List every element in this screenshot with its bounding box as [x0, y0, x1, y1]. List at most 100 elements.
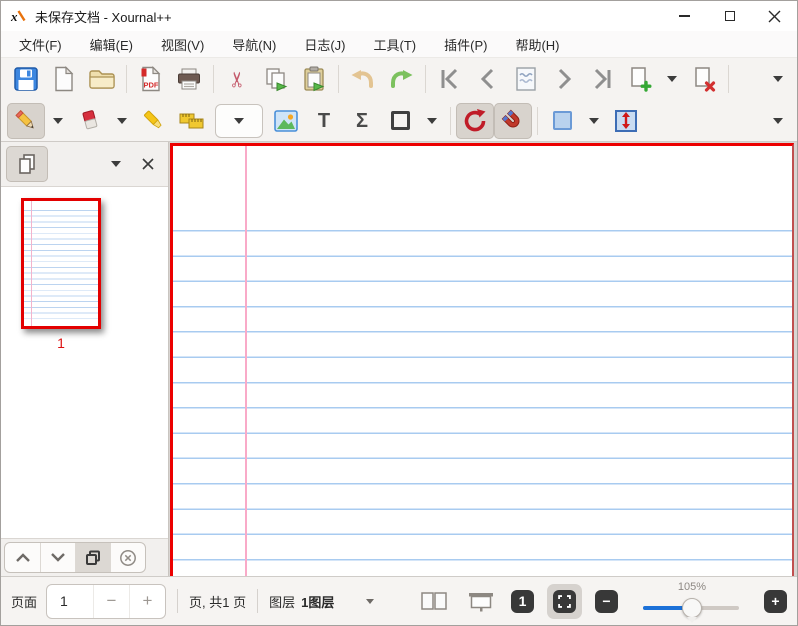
export-pdf-icon: PDF	[139, 66, 163, 92]
layer-value: 1图层	[301, 592, 334, 611]
page-increment-button[interactable]: +	[129, 585, 165, 618]
maximize-button[interactable]	[707, 1, 752, 31]
highlighter-icon	[141, 108, 167, 134]
shape-options-dropdown[interactable]	[419, 103, 445, 139]
new-document-button[interactable]	[45, 61, 83, 97]
first-page-button[interactable]	[431, 61, 469, 97]
vertical-space-button[interactable]	[607, 103, 645, 139]
menu-navigation[interactable]: 导航(N)	[223, 32, 285, 57]
undo-button[interactable]	[344, 61, 382, 97]
thumbnail-margin-line	[31, 201, 32, 326]
save-icon	[13, 66, 39, 92]
menu-edit[interactable]: 编辑(E)	[81, 32, 142, 57]
document-canvas[interactable]	[169, 142, 797, 576]
layer-selector[interactable]: 图层 1图层	[269, 592, 374, 611]
copy-button[interactable]	[257, 61, 295, 97]
image-tool-button[interactable]	[267, 103, 305, 139]
application-window: x 未保存文档 - Xournal++ 文件(F) 编辑(E) 视图(V) 导航…	[0, 0, 798, 626]
eraser-icon	[78, 108, 102, 134]
rotation-snap-button[interactable]	[456, 103, 494, 139]
duplicate-page-button[interactable]	[75, 543, 110, 572]
page-thumbnail-number: 1	[21, 335, 101, 351]
toolbar-overflow-dropdown[interactable]	[765, 103, 791, 139]
toolbar-tools: T Σ	[1, 100, 797, 142]
add-page-dropdown[interactable]	[659, 61, 685, 97]
page-margin-line	[245, 146, 247, 576]
new-document-icon	[52, 66, 76, 92]
menu-journal[interactable]: 日志(J)	[295, 32, 354, 57]
image-icon	[273, 109, 299, 133]
menu-plugins[interactable]: 插件(P)	[435, 32, 496, 57]
menu-file[interactable]: 文件(F)	[10, 32, 71, 57]
eraser-tool-button[interactable]	[71, 103, 109, 139]
zoom-slider[interactable]: 105%	[643, 577, 739, 626]
zoom-fit-button[interactable]	[553, 590, 576, 613]
page-preview-button[interactable]	[507, 61, 545, 97]
redo-button[interactable]	[382, 61, 420, 97]
last-page-button[interactable]	[583, 61, 621, 97]
print-button[interactable]	[170, 61, 208, 97]
tex-tool-button[interactable]: Σ	[343, 103, 381, 139]
add-page-button[interactable]	[621, 61, 659, 97]
close-button[interactable]	[752, 1, 797, 31]
toolbar-overflow-dropdown[interactable]	[765, 61, 791, 97]
document-page[interactable]	[170, 143, 794, 576]
export-pdf-button[interactable]: PDF	[132, 61, 170, 97]
page-list-tab-button[interactable]	[6, 146, 48, 182]
page-thumbnail[interactable]	[21, 198, 101, 329]
two-page-view-button[interactable]	[417, 585, 451, 617]
ruler-tool-button[interactable]	[173, 103, 211, 139]
cut-button[interactable]: ✂	[219, 61, 257, 97]
move-page-up-button[interactable]	[5, 543, 40, 572]
dropdown-arrow-icon	[773, 118, 783, 124]
page-decrement-button[interactable]: −	[93, 585, 129, 618]
zoom-out-button[interactable]: −	[595, 590, 618, 613]
toolbar-file: PDF ✂	[1, 58, 797, 100]
svg-text:x: x	[10, 9, 18, 24]
page-list-icon	[15, 152, 39, 176]
snap-to-grid-button[interactable]	[494, 103, 532, 139]
sidebar-footer	[1, 538, 168, 576]
zoom-100-button[interactable]: 1	[511, 590, 534, 613]
maximize-icon	[725, 11, 735, 21]
menu-help[interactable]: 帮助(H)	[506, 32, 568, 57]
move-page-down-button[interactable]	[40, 543, 75, 572]
sidebar-dropdown[interactable]	[111, 161, 121, 167]
menu-view[interactable]: 视图(V)	[152, 32, 213, 57]
select-region-button[interactable]	[543, 103, 581, 139]
pen-tool-button[interactable]	[7, 103, 45, 139]
highlighter-tool-button[interactable]	[135, 103, 173, 139]
redo-icon	[388, 67, 414, 91]
zoom-in-button[interactable]: +	[764, 590, 787, 613]
shape-tool-button[interactable]	[381, 103, 419, 139]
add-page-icon	[627, 66, 653, 92]
select-region-icon	[553, 111, 572, 130]
eraser-options-dropdown[interactable]	[109, 103, 135, 139]
move-down-icon	[49, 552, 67, 563]
previous-page-button[interactable]	[469, 61, 507, 97]
toolbar-separator	[213, 65, 214, 93]
tool-options-dropdown[interactable]	[215, 104, 263, 138]
next-page-button[interactable]	[545, 61, 583, 97]
minimize-icon	[679, 15, 690, 17]
duplicate-page-icon	[83, 548, 103, 568]
delete-page-button-sidebar[interactable]	[110, 543, 145, 572]
close-icon	[768, 10, 781, 23]
sidebar-close-icon[interactable]	[142, 158, 154, 170]
open-button[interactable]	[83, 61, 121, 97]
save-button[interactable]	[7, 61, 45, 97]
paste-icon	[302, 66, 326, 92]
page-number-input[interactable]: 1	[47, 585, 93, 618]
text-tool-button[interactable]: T	[305, 103, 343, 139]
sidebar: 1	[1, 142, 169, 576]
minimize-button[interactable]	[662, 1, 707, 31]
zoom-slider-handle[interactable]	[682, 598, 702, 618]
pen-options-dropdown[interactable]	[45, 103, 71, 139]
menu-tools[interactable]: 工具(T)	[365, 32, 426, 57]
presentation-mode-icon	[468, 591, 494, 612]
paste-button[interactable]	[295, 61, 333, 97]
menu-bar: 文件(F) 编辑(E) 视图(V) 导航(N) 日志(J) 工具(T) 插件(P…	[1, 31, 797, 58]
presentation-mode-button[interactable]	[464, 585, 498, 617]
select-options-dropdown[interactable]	[581, 103, 607, 139]
delete-page-button[interactable]	[685, 61, 723, 97]
